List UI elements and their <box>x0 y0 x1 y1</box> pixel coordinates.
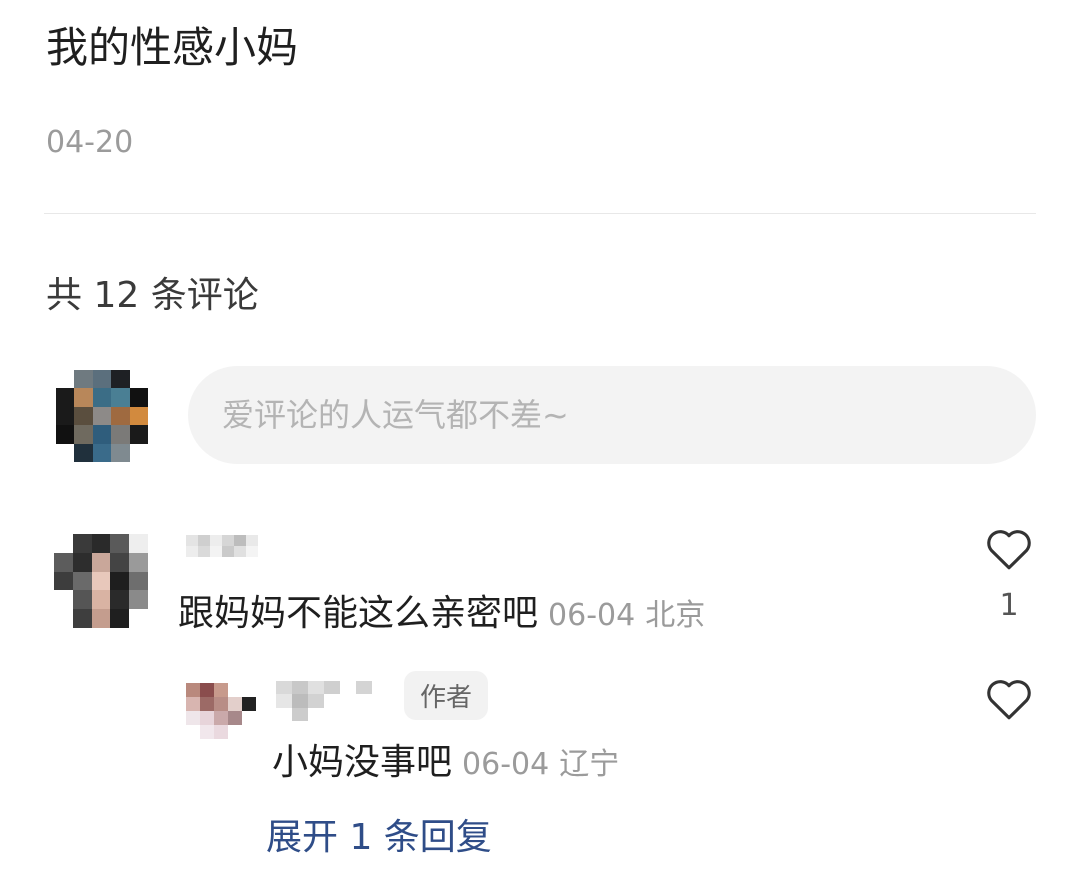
comment-count-label: 共 12 条评论 <box>46 275 259 316</box>
comment-date: 06-04 <box>548 598 636 633</box>
heart-outline-icon[interactable] <box>984 675 1034 721</box>
like-count: 1 <box>999 588 1019 623</box>
username-redacted <box>186 535 258 557</box>
reply-date: 06-04 <box>462 747 550 782</box>
reply-text: 小妈没事吧 <box>272 742 453 783</box>
expand-replies-link[interactable]: 展开 1 条回复 <box>266 808 492 860</box>
avatar[interactable] <box>186 683 256 739</box>
comment-location: 北京 <box>645 598 706 633</box>
heart-outline-icon[interactable] <box>984 525 1034 571</box>
comments-screen: 我的性感小妈 04-20 共 12 条评论 跟妈妈不能这么亲密吧06-04北京 … <box>0 0 1080 875</box>
comment-text: 跟妈妈不能这么亲密吧 <box>178 593 539 634</box>
post-date: 04-20 <box>46 125 134 160</box>
reply-content: 小妈没事吧 06-04 辽宁 <box>272 733 619 785</box>
comment-input[interactable] <box>188 366 1036 464</box>
comment-content: 跟妈妈不能这么亲密吧 06-04 北京 <box>178 584 705 636</box>
avatar[interactable] <box>56 370 148 462</box>
avatar[interactable] <box>54 534 148 628</box>
author-badge: 作者 <box>404 671 489 720</box>
divider <box>44 213 1036 214</box>
reply-location: 辽宁 <box>559 747 620 782</box>
username-redacted <box>276 681 388 721</box>
post-title: 我的性感小妈 <box>46 23 299 72</box>
